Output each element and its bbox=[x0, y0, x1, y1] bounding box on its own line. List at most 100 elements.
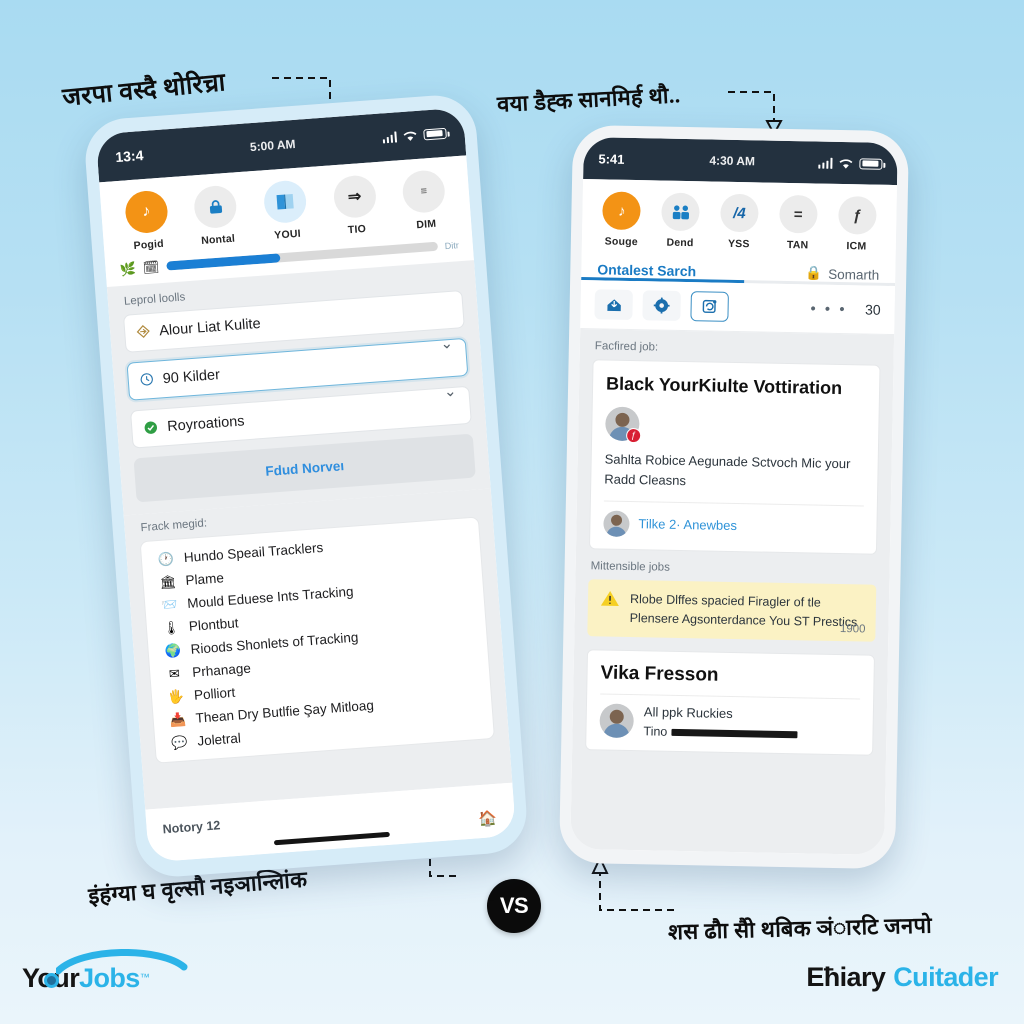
chip-label: Souge bbox=[604, 235, 638, 249]
tab-somarth-label: Somarth bbox=[828, 266, 880, 283]
warning-icon bbox=[599, 589, 620, 627]
logo-second-word: Cuitader bbox=[893, 962, 998, 992]
field-value: Royroations bbox=[166, 413, 246, 435]
caption-top-right: वया डैह्क सानमिर्ह थौ.. bbox=[496, 82, 681, 117]
second-job-row: All ppk Ruckies Tino bbox=[599, 695, 860, 743]
right-chip-row: ♪ Souge Dend /4 YSS = TAN ƒ ICM bbox=[581, 179, 898, 260]
signal-icon bbox=[382, 130, 398, 143]
yourjobs-logo: YourJobs™ bbox=[22, 948, 188, 1001]
list-item-label: Prhanage bbox=[191, 660, 252, 680]
progress-right-label: Ditr bbox=[444, 239, 460, 251]
chip-tio[interactable]: ⇒ TIO bbox=[323, 174, 387, 238]
second-job-card[interactable]: Vika Fresson All ppk Ruckies Tino bbox=[585, 649, 875, 756]
right-status-time: 5:41 bbox=[598, 150, 625, 167]
bolt-icon: ƒ bbox=[837, 195, 877, 235]
caption-top-left: जरपा वस्दै थोरिच्रा bbox=[61, 69, 227, 112]
logo-first-word: Eħiary bbox=[806, 962, 886, 992]
chip-nontal[interactable]: Nontal bbox=[184, 184, 248, 248]
left-phone-mockup: 13:4 5:00 AM ♪ Pogid Nontal YOUI ⇒ TIO ≡… bbox=[82, 92, 530, 880]
thermometer-icon: 🌡 bbox=[162, 619, 181, 636]
avatar bbox=[599, 703, 634, 739]
left-status-icons bbox=[382, 127, 447, 143]
left-status-center: 5:00 AM bbox=[249, 136, 296, 155]
right-status-bar: 5:41 4:30 AM bbox=[583, 137, 898, 186]
featured-job-body: Sahlta Robice Aegunade Sctvoch Mic your … bbox=[604, 451, 851, 488]
featured-job-footer: Tilke 2· Anewbes bbox=[603, 500, 864, 542]
inbox-arrow-icon[interactable] bbox=[594, 289, 633, 321]
caption-bottom-right: शस ढौा सैो थबिक ञंारटि जनपो bbox=[667, 912, 933, 945]
chip-dend[interactable]: Dend bbox=[654, 192, 707, 249]
left-list-card: 🕐 Hundo Speail Tracklers 🏛 Plame 📨 Mould Ed… bbox=[139, 516, 496, 764]
warning-alert-text: Rlobe Dlffes spacied Firagler of tle Ple… bbox=[629, 591, 858, 629]
chip-dim[interactable]: ≡ DIM bbox=[392, 168, 456, 232]
toolbar-count: 30 bbox=[864, 301, 881, 318]
featured-job-card[interactable]: Black YourKiulte Vottiration ƒ Sahlta Ro… bbox=[588, 359, 881, 555]
clock-icon bbox=[139, 372, 154, 389]
avatar-badge: ƒ bbox=[626, 427, 642, 443]
globe-icon: 🌍 bbox=[164, 642, 182, 659]
right-feed: Facfired job: Black YourKiulte Vottirati… bbox=[570, 329, 895, 855]
wifi-icon bbox=[402, 129, 418, 141]
right-phone-body: 5:41 4:30 AM ♪ Souge Dend /4 YSS = TAN ƒ… bbox=[558, 124, 910, 870]
chip-label: Pogid bbox=[133, 237, 165, 252]
chevron-down-icon[interactable]: ⌄ bbox=[443, 382, 457, 401]
lock-icon bbox=[193, 184, 239, 230]
slash-four-icon: /4 bbox=[720, 193, 759, 233]
battery-icon bbox=[859, 157, 883, 170]
list-item-label: Joletral bbox=[196, 730, 242, 749]
chip-label: YSS bbox=[727, 237, 750, 251]
more-options-icon[interactable]: • • • bbox=[810, 300, 847, 318]
orange-badge-icon: ♪ bbox=[123, 189, 169, 235]
tab-ontalest-sarch[interactable]: Ontalest Sarch bbox=[597, 261, 696, 279]
left-phone-body: 13:4 5:00 AM ♪ Pogid Nontal YOUI ⇒ TIO ≡… bbox=[82, 92, 530, 880]
second-job-line2-prefix: Tino bbox=[643, 724, 668, 740]
list-item-label: Plame bbox=[185, 570, 225, 589]
chip-souge[interactable]: ♪ Souge bbox=[595, 191, 648, 248]
chip-pogid[interactable]: ♪ Pogid bbox=[115, 189, 179, 253]
check-circle-icon bbox=[143, 419, 159, 437]
equals-icon: = bbox=[778, 194, 818, 234]
logo-dot-icon bbox=[44, 972, 59, 988]
chip-tan[interactable]: = TAN bbox=[772, 194, 825, 252]
gear-icon[interactable] bbox=[642, 290, 681, 321]
hand-icon: 🖐 bbox=[167, 688, 185, 705]
featured-job-foot-link[interactable]: Tilke 2· Anewbes bbox=[638, 516, 737, 533]
tab-somarth[interactable]: 🔒 Somarth bbox=[805, 265, 879, 282]
mail-open-icon: 📨 bbox=[160, 596, 179, 613]
footer-note-text: Notory 12 bbox=[162, 818, 221, 837]
avatar bbox=[603, 510, 630, 537]
signal-icon bbox=[817, 157, 833, 169]
chevron-down-icon[interactable]: ⌄ bbox=[440, 334, 454, 353]
orange-badge-icon: ♪ bbox=[602, 191, 642, 231]
secondary-label: Mittensible jobs bbox=[590, 560, 671, 574]
ehiary-cuitader-logo: Eħiary Cuitader bbox=[806, 962, 998, 993]
chip-yss[interactable]: /4 YSS bbox=[713, 193, 766, 251]
chip-label: DIM bbox=[415, 217, 437, 232]
sliders-icon: ≡ bbox=[401, 169, 447, 215]
left-form-area: Leprol loolls Alour Liat Kulite 90 Kilde… bbox=[106, 260, 491, 516]
chrome-icon: 🏠 bbox=[477, 809, 498, 829]
calendar-icon: 🗓 bbox=[142, 259, 160, 276]
lock-icon: 🔒 bbox=[805, 265, 823, 281]
inbox-icon: 📥 bbox=[169, 711, 187, 728]
diamond-icon bbox=[136, 324, 151, 341]
refresh-note-icon[interactable] bbox=[690, 291, 729, 322]
redacted-bar bbox=[671, 728, 798, 739]
second-job-line2: Tino bbox=[643, 724, 798, 742]
field-value: 90 Kilder bbox=[162, 367, 221, 388]
right-status-icons bbox=[817, 157, 883, 170]
chip-label: TIO bbox=[347, 222, 367, 237]
wifi-icon bbox=[838, 157, 853, 169]
home-indicator bbox=[273, 831, 390, 846]
chip-label: Nontal bbox=[200, 232, 236, 247]
clock-icon: 🕐 bbox=[157, 550, 175, 568]
second-job-title: Vika Fresson bbox=[600, 662, 861, 700]
left-phone-screen: 13:4 5:00 AM ♪ Pogid Nontal YOUI ⇒ TIO ≡… bbox=[95, 107, 517, 863]
chip-youi[interactable]: YOUI bbox=[254, 179, 318, 243]
people-icon bbox=[661, 192, 701, 232]
chip-icm[interactable]: ƒ ICM bbox=[830, 195, 883, 253]
left-status-time: 13:4 bbox=[114, 147, 144, 166]
battery-icon bbox=[423, 127, 447, 140]
list-item-label: Polliort bbox=[193, 684, 236, 703]
right-phone-mockup: 5:41 4:30 AM ♪ Souge Dend /4 YSS = TAN ƒ… bbox=[558, 124, 910, 870]
